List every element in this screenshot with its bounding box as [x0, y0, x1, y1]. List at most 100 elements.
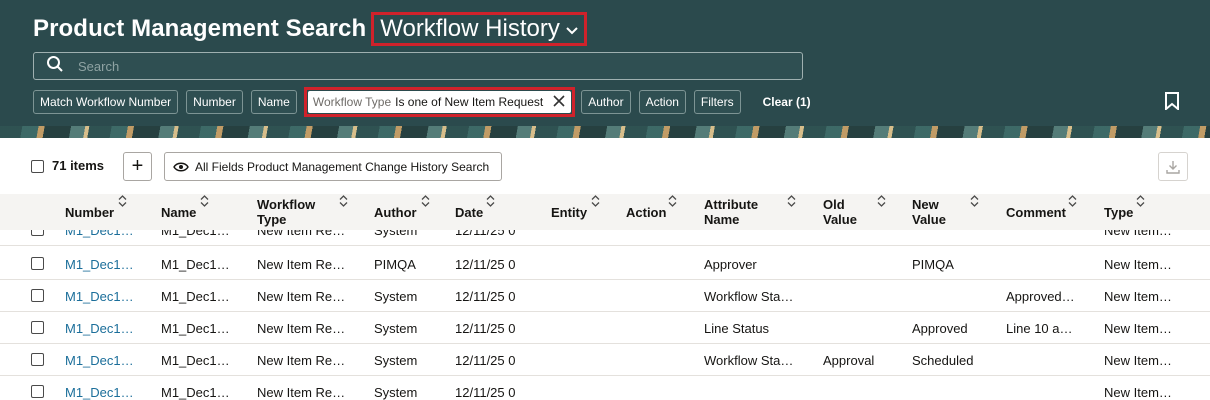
table-cell — [823, 280, 893, 312]
row-number-link[interactable]: M1_Dec1… — [65, 230, 140, 246]
add-button[interactable]: + — [123, 152, 152, 181]
row-number-link[interactable]: M1_Dec1… — [65, 312, 140, 344]
table-cell — [823, 312, 893, 344]
sort-icon[interactable] — [339, 194, 348, 212]
column-header-label: Entity — [551, 204, 588, 220]
chip-name[interactable]: Name — [250, 90, 297, 114]
filter-chips: Match Workflow Number Number Name Workfl… — [33, 87, 811, 117]
sort-icon[interactable] — [877, 194, 886, 212]
column-header-label: Type — [1104, 204, 1134, 220]
column-header-date[interactable]: Date — [455, 194, 483, 230]
sort-icon[interactable] — [668, 194, 677, 212]
column-header-workflow-type[interactable]: Workflow Type — [257, 194, 315, 230]
table-cell: Line Status — [704, 320, 770, 336]
row-checkbox[interactable] — [31, 321, 44, 334]
table-cell — [1006, 230, 1086, 246]
table-cell: New Item Re… — [257, 352, 346, 368]
column-header-label: Old Value — [823, 197, 857, 227]
table-row[interactable]: M1_Dec1… M1_Dec1… New Item Re… System 12/11/… — [0, 344, 1210, 376]
column-header-label: Attribute Name — [704, 197, 759, 227]
sort-icon[interactable] — [421, 194, 430, 212]
plus-icon: + — [131, 155, 144, 177]
row-checkbox[interactable] — [31, 230, 44, 236]
chip-filters[interactable]: Filters — [693, 90, 741, 114]
row-checkbox[interactable] — [31, 289, 44, 302]
table-cell — [823, 230, 893, 246]
search-box[interactable] — [33, 52, 803, 80]
table-cell: New Item Re… — [257, 288, 346, 304]
table-cell: M1_Dec1… — [161, 230, 230, 238]
table-row[interactable]: M1_Dec1… M1_Dec1… New Item Re… PIMQA 12/11/2… — [0, 248, 1210, 280]
sort-icon[interactable] — [1068, 194, 1077, 212]
clear-filters-link[interactable]: Clear (1) — [763, 95, 811, 109]
export-button[interactable] — [1158, 152, 1188, 181]
table-cell: 12/11/25 0 — [455, 230, 516, 238]
column-header-type[interactable]: Type — [1104, 194, 1133, 230]
table-cell — [1006, 344, 1086, 376]
row-number-link[interactable]: M1_Dec1… — [65, 344, 140, 376]
table-cell: Scheduled — [912, 352, 974, 368]
table-row[interactable]: M1_Dec1… M1_Dec1… New Item Re… System 12/11/… — [0, 230, 1210, 246]
active-filter-chip[interactable]: Workflow Type Is one of New Item Request — [307, 91, 572, 113]
close-icon[interactable] — [553, 94, 565, 110]
column-header-label: Author — [374, 204, 417, 220]
sort-icon[interactable] — [787, 194, 796, 212]
sort-icon[interactable] — [970, 194, 979, 212]
column-header-attribute-name[interactable]: Attribute Name — [704, 194, 758, 230]
table-cell: M1_Dec1… — [161, 352, 230, 368]
table-cell — [551, 248, 601, 280]
table-row[interactable]: M1_Dec1… M1_Dec1… New Item Re… System 12/11/… — [0, 376, 1210, 400]
table-cell: New Item Re… — [257, 320, 346, 336]
table-cell — [551, 344, 601, 376]
select-all-checkbox[interactable] — [31, 160, 44, 173]
sort-icon[interactable] — [1136, 194, 1145, 212]
table-cell: Approved… — [1006, 288, 1075, 304]
column-header-old-value[interactable]: Old Value — [823, 194, 857, 230]
sort-icon[interactable] — [591, 194, 600, 212]
search-input[interactable] — [78, 58, 778, 74]
table-cell — [912, 230, 987, 246]
table-row[interactable]: M1_Dec1… M1_Dec1… New Item Re… System 12/11/… — [0, 312, 1210, 344]
chip-action[interactable]: Action — [638, 90, 686, 114]
table-toolbar: 71 items + All Fields Product Management… — [0, 138, 1210, 194]
table-body: M1_Dec1… M1_Dec1… New Item Re… System 12/11/… — [0, 230, 1210, 400]
row-checkbox[interactable] — [31, 385, 44, 398]
column-header-label: Number — [65, 204, 115, 220]
row-number-link[interactable]: M1_Dec1… — [65, 376, 140, 400]
chip-author[interactable]: Author — [581, 90, 631, 114]
table-cell — [1006, 248, 1086, 280]
column-header-number[interactable]: Number — [65, 194, 114, 230]
row-number-link[interactable]: M1_Dec1… — [65, 248, 140, 280]
row-checkbox[interactable] — [31, 353, 44, 366]
chip-match-workflow-number[interactable]: Match Workflow Number — [33, 90, 179, 114]
table-cell: M1_Dec1… — [161, 320, 230, 336]
table-cell: M1_Dec1… — [161, 384, 230, 400]
table-cell — [704, 376, 794, 400]
row-number-link[interactable]: M1_Dec1… — [65, 280, 140, 312]
table-cell — [551, 312, 601, 344]
chip-number[interactable]: Number — [186, 90, 243, 114]
saved-view-button[interactable]: All Fields Product Management Change His… — [164, 152, 503, 181]
sort-icon[interactable] — [118, 194, 127, 212]
row-checkbox[interactable] — [31, 257, 44, 270]
table-cell — [823, 376, 893, 400]
export-icon — [1166, 160, 1180, 174]
table-row[interactable]: M1_Dec1… M1_Dec1… New Item Re… System 12/11/… — [0, 280, 1210, 312]
view-picker[interactable]: Workflow History — [371, 12, 587, 46]
table-cell: New Item Re… — [257, 384, 346, 400]
column-header-new-value[interactable]: New Value — [912, 194, 946, 230]
table-cell — [1006, 376, 1086, 400]
table-cell — [626, 312, 681, 344]
column-header-name[interactable]: Name — [161, 194, 196, 230]
sort-icon[interactable] — [200, 194, 209, 212]
chevron-down-icon — [566, 22, 578, 38]
column-header-author[interactable]: Author — [374, 194, 417, 230]
column-header-label: Name — [161, 204, 197, 220]
table-cell: Approval — [823, 352, 875, 368]
column-header-action[interactable]: Action — [626, 194, 666, 230]
column-header-entity[interactable]: Entity — [551, 194, 587, 230]
bookmark-icon[interactable] — [1164, 92, 1180, 112]
column-header-comment[interactable]: Comment — [1006, 194, 1066, 230]
sort-icon[interactable] — [486, 194, 495, 212]
table-cell: 12/11/25 0 — [455, 384, 516, 400]
